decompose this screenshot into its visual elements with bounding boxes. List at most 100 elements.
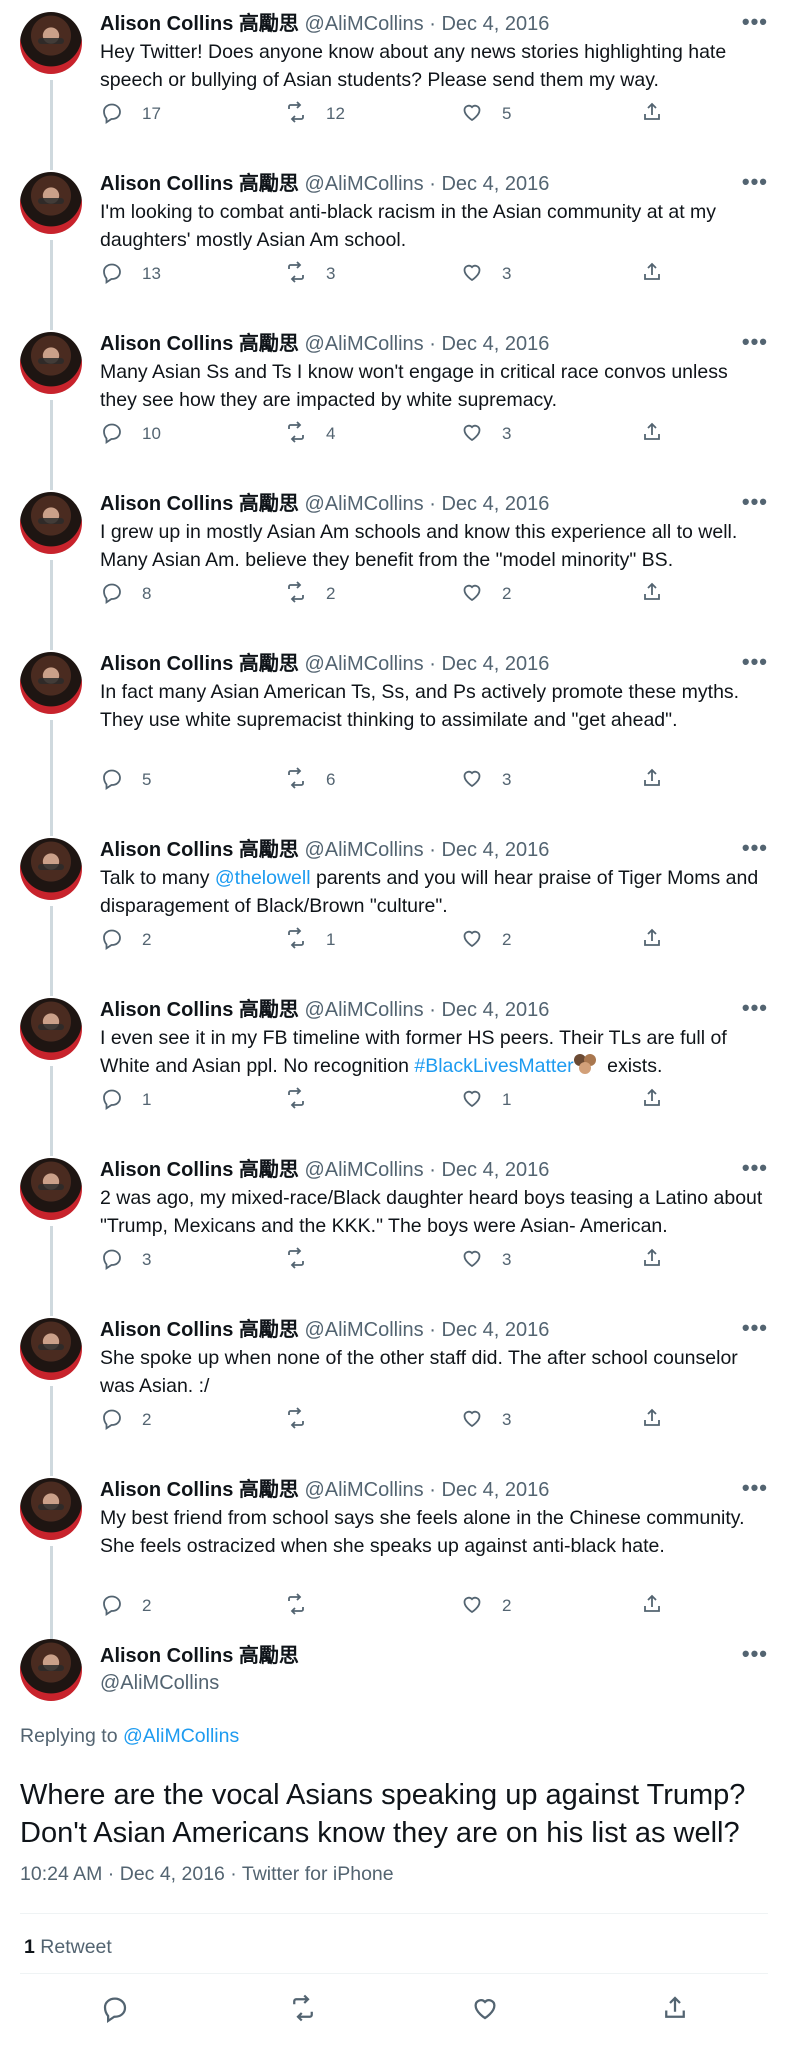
reply-icon[interactable]	[100, 1993, 130, 2023]
author-name[interactable]: Alison Collins 高勵思	[100, 1643, 299, 1670]
author-handle[interactable]: @AliMCollins	[304, 1319, 423, 1341]
more-icon[interactable]: •••	[742, 328, 768, 356]
retweet-button[interactable]	[284, 1592, 460, 1621]
avatar[interactable]	[20, 332, 82, 394]
retweet-button[interactable]	[284, 1246, 460, 1275]
more-icon[interactable]: •••	[742, 8, 768, 36]
like-button[interactable]: 3	[460, 1406, 640, 1435]
retweet-button[interactable]	[284, 1406, 460, 1435]
avatar[interactable]	[20, 998, 82, 1060]
author-name[interactable]: Alison Collins 高勵思	[100, 13, 299, 35]
retweet-button[interactable]: 6	[284, 766, 460, 795]
avatar[interactable]	[20, 1318, 82, 1380]
author-name[interactable]: Alison Collins 高勵思	[100, 653, 299, 675]
more-icon[interactable]: •••	[742, 1314, 768, 1342]
like-button[interactable]: 2	[460, 580, 640, 609]
author-name[interactable]: Alison Collins 高勵思	[100, 493, 299, 515]
heart-icon[interactable]	[470, 1993, 500, 2023]
retweet-icon[interactable]	[288, 1993, 318, 2023]
retweet-button[interactable]: 12	[284, 100, 460, 129]
share-button[interactable]	[640, 766, 680, 795]
like-button[interactable]: 3	[460, 260, 640, 289]
retweet-button[interactable]: 3	[284, 260, 460, 289]
thread-tweet[interactable]: Alison Collins 高勵思 @AliMCollins · Dec 4,…	[0, 986, 788, 1156]
tweet-date[interactable]: Dec 4, 2016	[441, 1319, 549, 1341]
tweet-source[interactable]: Twitter for iPhone	[242, 1863, 394, 1885]
reply-button[interactable]: 2	[100, 926, 284, 955]
thread-tweet[interactable]: Alison Collins 高勵思 @AliMCollins · Dec 4,…	[0, 640, 788, 836]
thread-tweet[interactable]: Alison Collins 高勵思 @AliMCollins · Dec 4,…	[0, 1466, 788, 1662]
avatar[interactable]	[20, 838, 82, 900]
more-icon[interactable]: •••	[742, 488, 768, 516]
reply-button[interactable]: 17	[100, 100, 284, 129]
avatar[interactable]	[20, 652, 82, 714]
share-button[interactable]	[640, 260, 680, 289]
author-handle[interactable]: @AliMCollins	[304, 839, 423, 861]
author-handle[interactable]: @AliMCollins	[100, 1670, 299, 1697]
reply-button[interactable]: 1	[100, 1086, 284, 1115]
share-button[interactable]	[640, 580, 680, 609]
like-button[interactable]: 5	[460, 100, 640, 129]
thread-tweet[interactable]: Alison Collins 高勵思 @AliMCollins · Dec 4,…	[0, 160, 788, 330]
more-icon[interactable]: •••	[742, 834, 768, 862]
author-name[interactable]: Alison Collins 高勵思	[100, 999, 299, 1021]
avatar[interactable]	[20, 1639, 82, 1701]
reply-button[interactable]: 5	[100, 766, 284, 795]
author-handle[interactable]: @AliMCollins	[304, 653, 423, 675]
tweet-date[interactable]: Dec 4, 2016	[441, 999, 549, 1021]
author-handle[interactable]: @AliMCollins	[304, 999, 423, 1021]
thread-tweet[interactable]: Alison Collins 高勵思 @AliMCollins · Dec 4,…	[0, 320, 788, 490]
like-button[interactable]: 3	[460, 420, 640, 449]
share-button[interactable]	[640, 1592, 680, 1621]
avatar[interactable]	[20, 492, 82, 554]
author-handle[interactable]: @AliMCollins	[304, 13, 423, 35]
thread-tweet[interactable]: Alison Collins 高勵思 @AliMCollins · Dec 4,…	[0, 1146, 788, 1316]
author-name[interactable]: Alison Collins 高勵思	[100, 333, 299, 355]
retweet-button[interactable]: 1	[284, 926, 460, 955]
share-button[interactable]	[640, 1246, 680, 1275]
author-handle[interactable]: @AliMCollins	[304, 1479, 423, 1501]
more-icon[interactable]: •••	[742, 1474, 768, 1502]
more-icon[interactable]: •••	[742, 994, 768, 1022]
share-button[interactable]	[640, 1086, 680, 1115]
more-icon[interactable]: •••	[742, 1154, 768, 1182]
like-button[interactable]: 1	[460, 1086, 640, 1115]
reply-button[interactable]: 13	[100, 260, 284, 289]
author-name[interactable]: Alison Collins 高勵思	[100, 1159, 299, 1181]
retweet-stats[interactable]: 1 Retweet	[24, 1936, 112, 1959]
tweet-date[interactable]: Dec 4, 2016	[441, 173, 549, 195]
author-handle[interactable]: @AliMCollins	[304, 173, 423, 195]
more-icon[interactable]: •••	[742, 648, 768, 676]
replying-to-link[interactable]: @AliMCollins	[123, 1725, 239, 1747]
author-handle[interactable]: @AliMCollins	[304, 493, 423, 515]
tweet-date[interactable]: Dec 4, 2016	[441, 839, 549, 861]
avatar[interactable]	[20, 1158, 82, 1220]
like-button[interactable]: 2	[460, 926, 640, 955]
reply-button[interactable]: 2	[100, 1592, 284, 1621]
avatar[interactable]	[20, 12, 82, 74]
reply-button[interactable]: 8	[100, 580, 284, 609]
avatar[interactable]	[20, 172, 82, 234]
avatar[interactable]	[20, 1478, 82, 1540]
share-button[interactable]	[640, 420, 680, 449]
tweet-time[interactable]: 10:24 AM	[20, 1863, 102, 1885]
thread-tweet[interactable]: Alison Collins 高勵思 @AliMCollins · Dec 4,…	[0, 1306, 788, 1476]
mention-link[interactable]: @thelowell	[215, 867, 311, 889]
more-icon[interactable]: •••	[742, 1641, 768, 1667]
share-button[interactable]	[640, 1406, 680, 1435]
tweet-date[interactable]: Dec 4, 2016	[441, 13, 549, 35]
reply-button[interactable]: 2	[100, 1406, 284, 1435]
retweet-button[interactable]	[284, 1086, 460, 1115]
author-handle[interactable]: @AliMCollins	[304, 333, 423, 355]
tweet-date[interactable]: Dec 4, 2016	[441, 333, 549, 355]
tweet-date[interactable]: Dec 4, 2016	[441, 1479, 549, 1501]
tweet-date[interactable]: Dec 4, 2016	[441, 493, 549, 515]
retweet-button[interactable]: 2	[284, 580, 460, 609]
author-name[interactable]: Alison Collins 高勵思	[100, 1319, 299, 1341]
thread-tweet[interactable]: Alison Collins 高勵思 @AliMCollins · Dec 4,…	[0, 0, 788, 170]
share-icon[interactable]	[660, 1993, 690, 2023]
tweet-date[interactable]: Dec 4, 2016	[441, 653, 549, 675]
tweet-date[interactable]: Dec 4, 2016	[441, 1159, 549, 1181]
like-button[interactable]: 2	[460, 1592, 640, 1621]
more-icon[interactable]: •••	[742, 168, 768, 196]
